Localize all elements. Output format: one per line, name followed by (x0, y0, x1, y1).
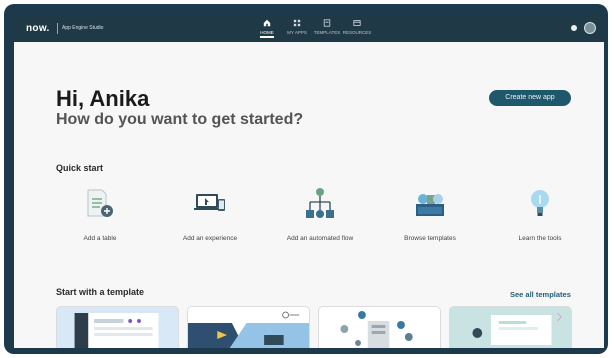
templates-section-title: Start with a template (56, 287, 145, 297)
flow-icon (302, 186, 338, 222)
top-navigation-bar: now. App Engine Studio HOME MY APPS TEMP… (14, 15, 604, 42)
app-name: App Engine Studio (62, 25, 104, 31)
app-window: now. App Engine Studio HOME MY APPS TEMP… (4, 4, 608, 354)
nav-templates[interactable]: TEMPLATES (312, 19, 342, 38)
quick-start-label: Browse templates (404, 235, 456, 242)
greeting-heading: Hi, Anika (56, 86, 150, 111)
logo-divider (57, 23, 58, 34)
template-preview-image (340, 311, 413, 348)
nav-home-label: HOME (260, 30, 274, 35)
nav-resources-label: RESOURCES (342, 30, 372, 35)
quick-start-add-table[interactable]: Add a table (46, 180, 154, 242)
quick-start-learn-tools[interactable]: Learn the tools (486, 180, 594, 242)
template-cards (56, 306, 572, 348)
greeting-subtitle: How do you want to get started? (56, 111, 304, 128)
quick-start-add-experience[interactable]: Add an experience (156, 180, 264, 242)
resources-icon (353, 19, 361, 27)
table-add-icon (82, 186, 118, 222)
quick-start-add-flow[interactable]: Add an automated flow (266, 180, 374, 242)
main-content: Hi, Anika How do you want to get started… (14, 42, 604, 348)
template-card[interactable] (56, 306, 179, 348)
quick-start-label: Add an automated flow (286, 235, 354, 242)
create-new-app-button[interactable]: Create new app (489, 90, 571, 106)
nav-my-apps-label: MY APPS (287, 30, 307, 35)
nav-my-apps[interactable]: MY APPS (282, 19, 312, 38)
nav-templates-label: TEMPLATES (313, 30, 341, 35)
quick-start-label: Add a table (83, 235, 117, 242)
template-preview-image (450, 307, 571, 348)
nav-home[interactable]: HOME (252, 19, 282, 38)
template-card[interactable] (449, 306, 572, 348)
template-preview-image (74, 313, 159, 348)
servicenow-logo[interactable]: now. (26, 23, 50, 34)
quick-start-list: Add a table Add an experience Add an aut… (46, 180, 594, 242)
template-icon (323, 19, 331, 27)
template-card[interactable] (187, 306, 310, 348)
home-icon (263, 19, 271, 27)
grid-icon (293, 19, 301, 27)
help-icon[interactable] (571, 25, 577, 31)
devices-icon (192, 186, 228, 222)
nav-active-indicator (260, 36, 274, 38)
top-right-icons (571, 22, 596, 34)
lightbulb-icon (522, 186, 558, 222)
template-preview-image (188, 307, 309, 348)
quick-start-label: Learn the tools (518, 235, 562, 242)
quick-start-browse-templates[interactable]: Browse templates (376, 180, 484, 242)
nav-resources[interactable]: RESOURCES (342, 19, 372, 38)
user-avatar[interactable] (584, 22, 596, 34)
see-all-templates-link[interactable]: See all templates (510, 290, 571, 299)
templates-icon (412, 186, 448, 222)
quick-start-label: Add an experience (182, 235, 238, 242)
template-card[interactable] (318, 306, 441, 348)
quick-start-title: Quick start (56, 163, 104, 173)
main-nav: HOME MY APPS TEMPLATES RESOURCES (252, 19, 372, 38)
